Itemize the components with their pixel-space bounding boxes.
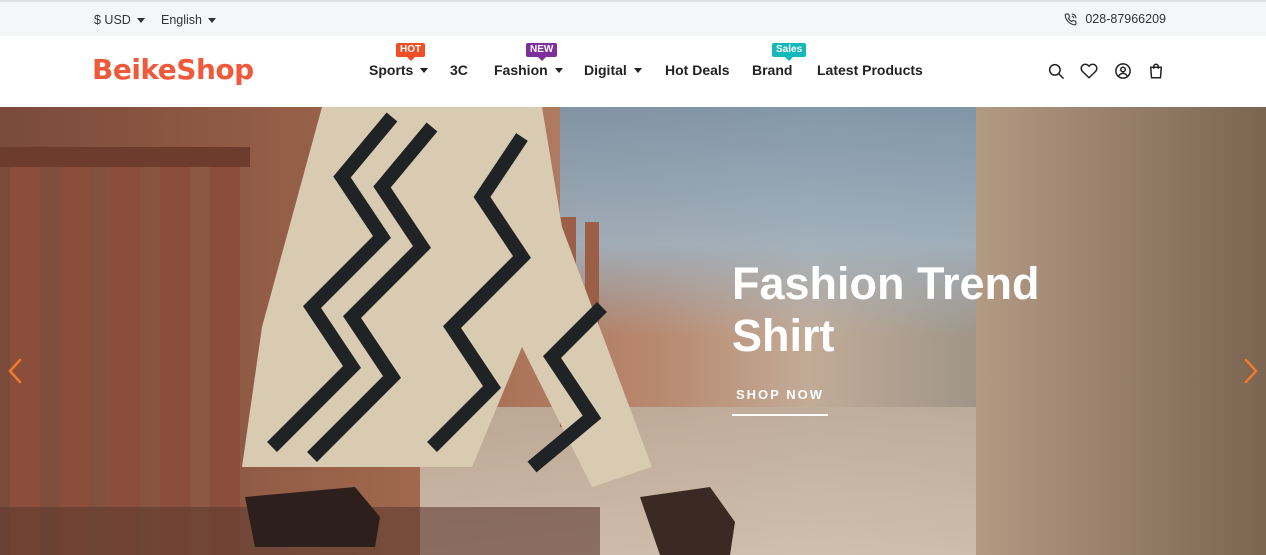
language-select[interactable]: English <box>161 13 216 27</box>
site-header: BeikeShop HOT Sports 3C NEW Fashion Digi… <box>0 36 1266 107</box>
shop-now-button[interactable]: SHOP NOW <box>732 387 828 416</box>
hero-title: Fashion Trend Shirt <box>732 258 1040 361</box>
language-label: English <box>161 13 202 27</box>
nav-item-brand[interactable]: Sales Brand <box>752 43 807 78</box>
main-nav: HOT Sports 3C NEW Fashion Digital Hot De… <box>0 43 1266 82</box>
chevron-down-icon <box>136 17 145 23</box>
hot-badge: HOT <box>396 43 426 61</box>
nav-item-3c[interactable]: 3C <box>450 62 468 78</box>
nav-item-fashion[interactable]: NEW Fashion <box>494 43 563 78</box>
bag-icon[interactable] <box>1147 62 1165 80</box>
nav-label: Digital <box>584 62 627 78</box>
nav-label: Sports <box>369 62 414 78</box>
search-icon[interactable] <box>1047 62 1065 80</box>
nav-item-latest-products[interactable]: Latest Products <box>817 62 923 78</box>
phone-number: 028-87966209 <box>1085 12 1166 26</box>
chevron-down-icon <box>633 67 642 73</box>
hero-shoe-right <box>640 487 735 555</box>
currency-label: $ USD <box>94 13 131 27</box>
chevron-down-icon <box>420 67 429 73</box>
chevron-left-icon[interactable] <box>4 357 28 385</box>
contact-phone[interactable]: 028-87966209 <box>1064 12 1166 26</box>
user-icon[interactable] <box>1114 62 1132 80</box>
chevron-right-icon[interactable] <box>1238 357 1262 385</box>
hero-shoe-left <box>245 487 380 547</box>
top-bar: $ USD English 028-87966209 <box>0 0 1266 36</box>
nav-label: Latest Products <box>817 62 923 78</box>
nav-item-digital[interactable]: Digital <box>584 62 642 78</box>
nav-item-sports[interactable]: HOT Sports <box>369 43 429 78</box>
phone-icon <box>1064 13 1077 25</box>
nav-label: 3C <box>450 62 468 78</box>
currency-select[interactable]: $ USD <box>94 13 145 27</box>
chevron-down-icon <box>554 67 563 73</box>
new-badge: NEW <box>526 43 558 61</box>
heart-icon[interactable] <box>1080 62 1098 80</box>
nav-label: Hot Deals <box>665 62 730 78</box>
nav-item-hot-deals[interactable]: Hot Deals <box>665 62 730 78</box>
nav-label: Brand <box>752 62 793 78</box>
nav-label: Fashion <box>494 62 548 78</box>
sales-badge: Sales <box>772 43 807 61</box>
hero-banner: Fashion Trend Shirt SHOP NOW <box>0 107 1266 555</box>
chevron-down-icon <box>208 17 216 23</box>
